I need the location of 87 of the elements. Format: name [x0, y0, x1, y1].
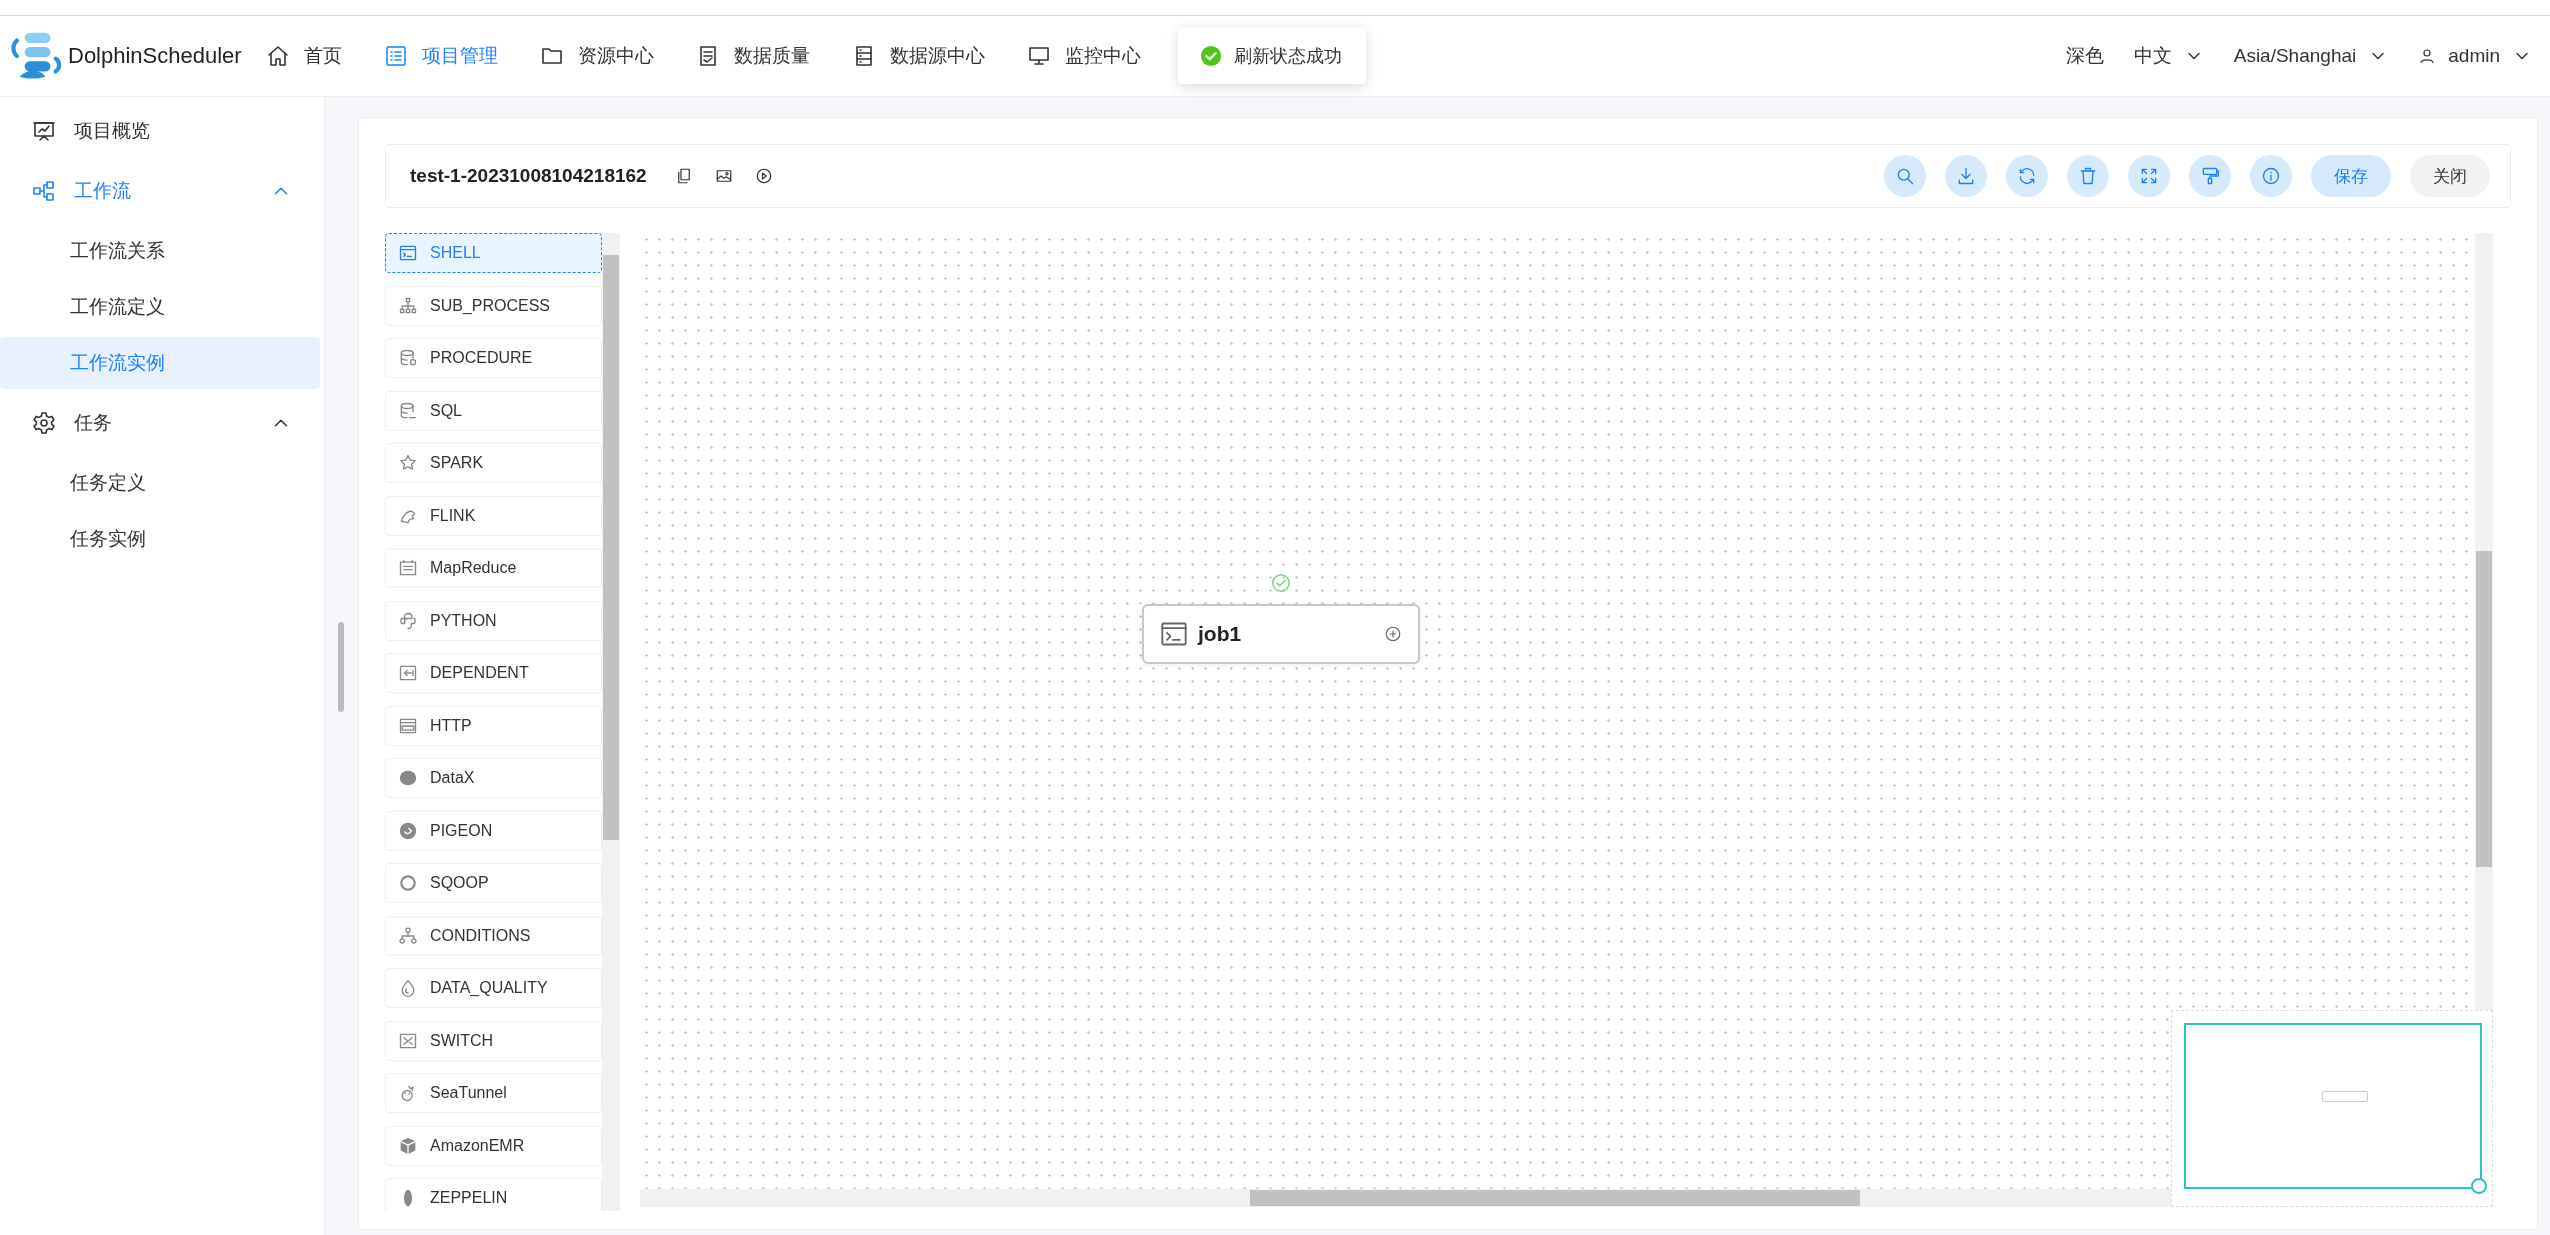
hierarchy-icon — [398, 295, 418, 316]
timezone-dropdown[interactable]: Asia/Shanghai — [2233, 45, 2389, 67]
download-icon — [1956, 166, 1976, 186]
task-type-item[interactable]: ZEPPELIN — [385, 1178, 602, 1211]
task-type-item[interactable]: AmazonEMR — [385, 1125, 602, 1166]
task-type-item[interactable]: SeaTunnel — [385, 1073, 602, 1113]
brush-button[interactable] — [2189, 155, 2231, 197]
presentation-icon — [32, 119, 56, 143]
info-icon — [2261, 166, 2281, 186]
task-type-item[interactable]: DataX — [385, 758, 602, 798]
python-icon — [398, 610, 418, 631]
minimap[interactable] — [2171, 1010, 2493, 1207]
scrollbar[interactable] — [602, 233, 620, 1211]
resize-handle[interactable] — [2471, 1178, 2487, 1194]
task-type-item[interactable]: PROCEDURE — [385, 338, 602, 378]
theme-toggle[interactable]: 深色 — [2065, 43, 2104, 69]
sidebar-subitem[interactable]: 工作流关系 — [0, 225, 320, 277]
refresh-button[interactable] — [2006, 155, 2048, 197]
cube-icon — [398, 1135, 418, 1156]
info-button[interactable] — [2250, 155, 2292, 197]
task-type-item[interactable]: SWITCH — [385, 1020, 602, 1061]
sidebar-item[interactable]: 任务 — [0, 393, 324, 453]
home-icon — [266, 44, 290, 68]
language-dropdown[interactable]: 中文 — [2133, 43, 2204, 69]
ellipse-icon — [398, 768, 418, 788]
resize-handle[interactable] — [338, 622, 344, 712]
sidebar-subitem[interactable]: 任务实例 — [0, 513, 320, 565]
user-icon — [2418, 47, 2437, 65]
scrollbar[interactable] — [2475, 233, 2493, 1011]
close-button[interactable]: 关闭 — [2410, 155, 2490, 197]
nav-tab[interactable]: 监控中心 — [1027, 43, 1141, 69]
task-type-item[interactable]: SPARK — [385, 443, 602, 483]
nav-tab[interactable]: 首页 — [266, 43, 342, 69]
task-type-item[interactable]: MapReduce — [385, 548, 602, 588]
task-type-item[interactable]: FLINK — [385, 495, 602, 536]
delete-icon — [2078, 166, 2098, 186]
list-icon — [384, 44, 408, 68]
play-icon[interactable] — [754, 167, 773, 185]
refresh-icon — [2017, 166, 2037, 186]
workflow-title: test-1-20231008104218162 — [410, 165, 647, 187]
sidebar-subitem[interactable]: 任务定义 — [0, 457, 320, 509]
user-menu[interactable]: admin — [2418, 45, 2532, 67]
delete-button[interactable] — [2067, 155, 2109, 197]
sidebar-item[interactable]: 工作流 — [0, 161, 324, 221]
task-type-item[interactable]: HTTP — [385, 705, 602, 746]
scrollbar[interactable] — [640, 1189, 2171, 1207]
branch-icon — [398, 925, 418, 946]
search-button[interactable] — [1884, 155, 1926, 197]
brush-icon — [2200, 166, 2220, 186]
task-type-item[interactable]: SQL — [385, 390, 602, 431]
calendar-icon — [398, 558, 418, 578]
task-type-item[interactable]: SQOOP — [385, 863, 602, 903]
success-icon — [1200, 45, 1222, 67]
task-node[interactable]: job1 — [1142, 604, 1420, 664]
star-icon — [398, 453, 418, 473]
task-type-item[interactable]: CONDITIONS — [385, 915, 602, 956]
database-icon — [398, 400, 418, 421]
nav-tab[interactable]: 数据质量 — [696, 43, 810, 69]
workflow-icon — [32, 179, 56, 203]
sidebar-subitem[interactable]: 工作流定义 — [0, 281, 320, 333]
task-type-item[interactable]: DEPENDENT — [385, 653, 602, 693]
sidebar-item[interactable]: 项目概览 — [0, 101, 324, 161]
fullscreen-icon — [2139, 166, 2159, 186]
plus-circle-icon[interactable] — [1384, 625, 1402, 643]
node-label: job1 — [1198, 622, 1243, 646]
search-icon — [1895, 166, 1915, 186]
toast-text: 刷新状态成功 — [1234, 45, 1342, 68]
nav-tab[interactable]: 资源中心 — [540, 43, 654, 69]
monitor-icon — [1027, 44, 1051, 68]
task-type-item[interactable]: DATA_QUALITY — [385, 968, 602, 1008]
terminal-icon — [1160, 620, 1188, 648]
app-logo-text: DolphinScheduler — [68, 43, 242, 69]
ring-icon — [398, 873, 418, 893]
settings-icon — [32, 411, 56, 435]
task-type-item[interactable]: PIGEON — [385, 810, 602, 851]
minimap-viewport[interactable] — [2184, 1023, 2482, 1189]
import-icon — [398, 663, 418, 683]
nav-tab[interactable]: 项目管理 — [384, 43, 498, 69]
database-icon — [398, 348, 418, 368]
task-type-item[interactable]: SUB_PROCESS — [385, 285, 602, 326]
fullscreen-button[interactable] — [2128, 155, 2170, 197]
terminal-icon — [398, 243, 418, 263]
task-type-item[interactable]: PYTHON — [385, 600, 602, 641]
nav-tab[interactable]: 数据源中心 — [852, 43, 985, 69]
minimap-node — [2322, 1091, 2368, 1102]
download-button[interactable] — [1945, 155, 1987, 197]
image-icon[interactable] — [714, 167, 733, 185]
